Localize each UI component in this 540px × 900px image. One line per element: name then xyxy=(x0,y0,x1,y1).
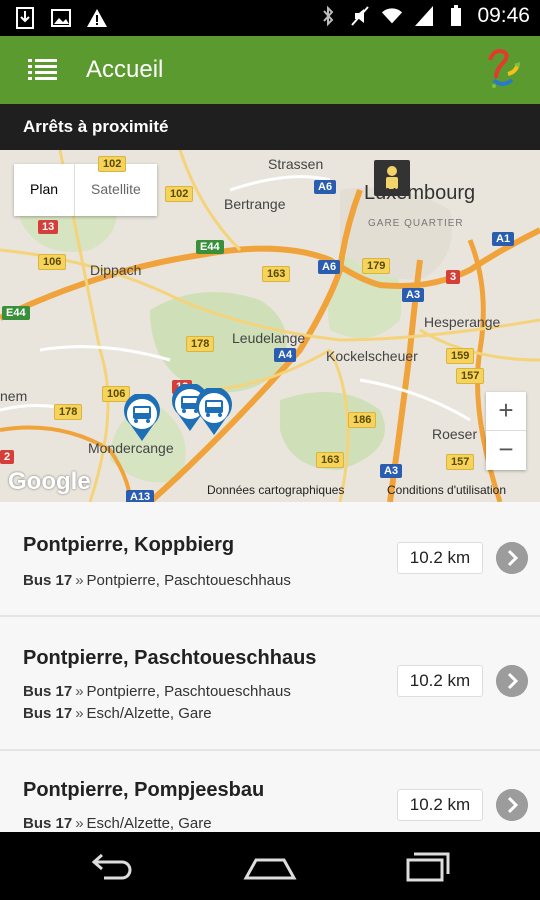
place-label: Hesperange xyxy=(424,314,501,330)
chevron-right-icon[interactable] xyxy=(496,665,528,697)
direction-arrow-icon: » xyxy=(75,815,84,832)
road-shield: E44 xyxy=(196,240,224,254)
drawer-menu-button[interactable] xyxy=(18,50,66,90)
download-icon xyxy=(16,7,34,29)
stop-name: Pontpierre, Pompjeesbau xyxy=(23,779,265,801)
distance-badge: 10.2 km xyxy=(397,665,483,697)
direction-arrow-icon: » xyxy=(75,572,84,589)
road-shield: A3 xyxy=(380,464,403,478)
place-label: GARE QUARTIER xyxy=(368,218,464,229)
map-data-credit[interactable]: Données cartographiques xyxy=(207,483,344,497)
stop-name: Pontpierre, Koppbierg xyxy=(23,534,235,556)
road-shield: 106 xyxy=(38,254,67,270)
route-line: Bus 17» Esch/Alzette, Gare xyxy=(23,815,212,832)
bus-line: Bus 17 xyxy=(23,683,73,700)
stop-item[interactable]: Pontpierre, Koppbierg Bus 17» Pontpierre,… xyxy=(0,502,540,617)
distance-badge: 10.2 km xyxy=(397,542,483,574)
mute-icon xyxy=(351,6,370,26)
place-label: Luxembourg xyxy=(364,182,476,204)
place-label: Strassen xyxy=(268,156,324,172)
bluetooth-icon xyxy=(323,5,334,27)
clock: 09:46 xyxy=(477,4,530,27)
map-type-control: Plan Satellite xyxy=(14,164,157,216)
map-type-plan[interactable]: Plan xyxy=(14,164,76,216)
bus-line: Bus 17 xyxy=(23,815,73,832)
road-shield: 178 xyxy=(186,336,215,352)
road-shield: 179 xyxy=(362,258,391,274)
road-shield: A1 xyxy=(492,232,515,246)
road-shield: 159 xyxy=(446,348,475,364)
road-shield: 102 xyxy=(98,156,127,172)
nearby-stops-list: Pontpierre, Koppbierg Bus 17» Pontpierre,… xyxy=(0,502,540,832)
road-shield: 163 xyxy=(316,452,345,468)
road-shield: 2 xyxy=(0,450,15,464)
home-icon[interactable] xyxy=(240,846,300,886)
place-label: Bertrange xyxy=(224,196,286,212)
road-shield: A6 xyxy=(314,180,337,194)
bus-stop-marker[interactable] xyxy=(194,388,234,436)
zoom-in-button[interactable]: + xyxy=(486,392,526,431)
road-shield: A6 xyxy=(318,260,341,274)
zoom-control: + − xyxy=(486,392,526,470)
road-shield: A4 xyxy=(274,348,297,362)
stop-name: Pontpierre, Paschtoueschhaus xyxy=(23,647,317,669)
place-label: Mondercange xyxy=(88,440,174,456)
road-shield: A3 xyxy=(402,288,425,302)
road-shield: A13 xyxy=(126,490,155,502)
route-destination: Pontpierre, Paschtoueschhaus xyxy=(86,572,291,589)
road-shield: 3 xyxy=(446,270,461,284)
warning-icon xyxy=(87,9,107,27)
road-shield: 102 xyxy=(165,186,194,202)
road-shield: 178 xyxy=(54,404,83,420)
route-destination: Esch/Alzette, Gare xyxy=(86,815,212,832)
place-label: Kockelscheuer xyxy=(326,348,418,364)
status-bar: 09:46 xyxy=(0,0,540,36)
road-shield: 186 xyxy=(348,412,377,428)
route-destination: Esch/Alzette, Gare xyxy=(86,705,212,722)
route-line: Bus 17» Pontpierre, Paschtoueschhaus xyxy=(23,572,291,589)
road-shield: E44 xyxy=(2,306,30,320)
system-nav-bar xyxy=(0,832,540,900)
signal-icon xyxy=(415,6,434,26)
bus-line: Bus 17 xyxy=(23,572,73,589)
stop-item[interactable]: Pontpierre, Paschtoueschhaus Bus 17» Pont… xyxy=(0,617,540,751)
app-logo[interactable] xyxy=(480,46,524,94)
chevron-right-icon[interactable] xyxy=(496,542,528,574)
recents-icon[interactable] xyxy=(398,846,458,886)
distance-badge: 10.2 km xyxy=(397,789,483,821)
place-label: Roeser xyxy=(432,426,478,442)
stop-item[interactable]: Pontpierre, Pompjeesbau Bus 17» Esch/Alze… xyxy=(0,751,540,832)
road-shield: 157 xyxy=(446,454,475,470)
image-icon xyxy=(51,9,71,27)
direction-arrow-icon: » xyxy=(75,705,84,722)
road-shield: 163 xyxy=(262,266,291,282)
section-title: Arrêts à proximité xyxy=(23,117,169,136)
place-label: Dippach xyxy=(90,262,142,278)
google-logo: Google xyxy=(8,468,91,495)
section-header: Arrêts à proximité xyxy=(0,104,540,150)
zoom-out-button[interactable]: − xyxy=(486,431,526,470)
chevron-right-icon[interactable] xyxy=(496,789,528,821)
road-shield: 13 xyxy=(38,220,59,234)
direction-arrow-icon: » xyxy=(75,683,84,700)
road-shield: 157 xyxy=(456,368,485,384)
route-line: Bus 17» Pontpierre, Paschtoueschhaus xyxy=(23,683,291,700)
map-terms-link[interactable]: Conditions d'utilisation xyxy=(387,483,506,497)
list-menu-icon xyxy=(28,59,57,80)
back-icon[interactable] xyxy=(82,846,142,886)
wifi-icon xyxy=(382,8,403,24)
route-destination: Pontpierre, Paschtoueschhaus xyxy=(86,683,291,700)
app-bar: Accueil xyxy=(0,36,540,104)
bus-stop-marker[interactable] xyxy=(122,394,162,442)
route-line: Bus 17» Esch/Alzette, Gare xyxy=(23,705,212,722)
battery-icon xyxy=(451,5,462,26)
page-title: Accueil xyxy=(86,56,164,83)
place-label: Leudelange xyxy=(232,330,306,346)
place-label: nem xyxy=(0,388,28,404)
bus-line: Bus 17 xyxy=(23,705,73,722)
map-view[interactable]: Plan Satellite Strassen Luxembourg GARE … xyxy=(0,150,540,502)
app-logo-icon xyxy=(488,49,520,88)
